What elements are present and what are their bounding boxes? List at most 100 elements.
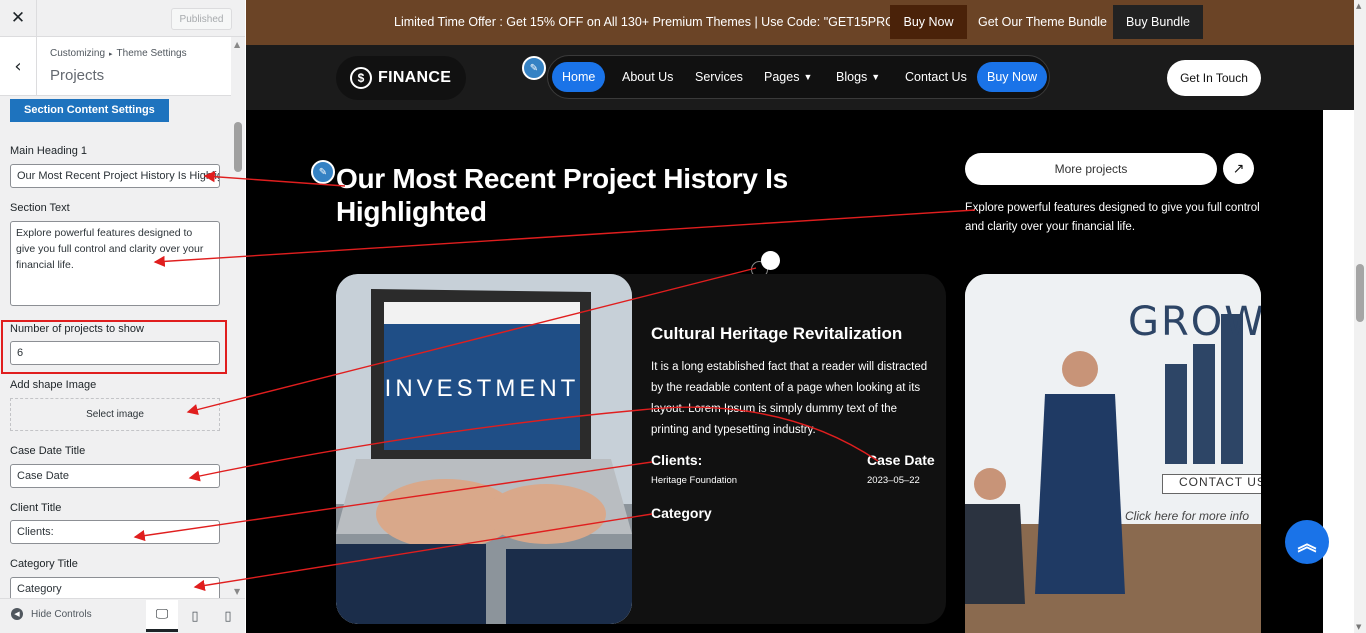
project-title[interactable]: Cultural Heritage Revitalization [651,324,902,344]
nav-home[interactable]: Home [552,62,606,92]
nav-blogs-label: Blogs [836,70,868,84]
nav-about-label: About Us [622,70,674,84]
get-in-touch-button[interactable]: Get In Touch [1167,60,1261,96]
breadcrumb: Customizing ▸ Theme Settings [50,48,187,59]
client-title-label: Client Title [10,502,62,514]
more-projects-button[interactable]: More projects [965,153,1217,185]
promo-bundle-text: Get Our Theme Bundle [978,15,1108,29]
nav-home-label: Home [562,70,596,84]
edit-heading-pencil-icon[interactable]: ✎ [311,160,335,184]
projects-section-text: Explore powerful features designed to gi… [965,202,1260,233]
dollar-logo-icon: $ [350,67,372,89]
section-text-textarea[interactable]: Explore powerful features designed to gi… [10,221,220,306]
close-customizer-button[interactable]: ✕ [0,0,37,36]
projects-section: ✎ Our Most Recent Project History Is Hig… [246,110,1323,633]
case-date-title: Case Date [867,452,935,468]
case-date-title-label: Case Date Title [10,445,86,457]
nav-contact-label: Contact Us [905,70,967,84]
page-scroll-up-icon[interactable]: ▲ [1356,2,1361,10]
published-button[interactable]: Published [171,8,232,30]
hide-controls-button[interactable]: ◀ Hide Controls [11,608,92,620]
customizer-topbar: ✕ Published [0,0,245,37]
preview-gutter [1323,110,1354,633]
section-content-settings-tab[interactable]: Section Content Settings [10,99,169,122]
main-heading-input[interactable]: Our Most Recent Project History Is Highl… [10,164,220,188]
project-card[interactable]: INVESTMENT Cultural Heritage Revitalizat… [336,274,946,624]
project-card-body: Cultural Heritage Revitalization It is a… [651,274,941,624]
back-button[interactable]: ‹ [0,37,37,96]
customizer-panel: ✕ Published ‹ Customizing ▸ Theme Settings… [0,0,245,633]
project-card-image: INVESTMENT [336,274,632,624]
desktop-preview-button[interactable]: 🖵 [146,600,178,632]
page-scrollbar[interactable]: ▲ ▼ [1354,0,1366,633]
promo-buy-now-button[interactable]: Buy Now [890,5,967,39]
breadcrumb-parent: Theme Settings [116,48,187,59]
nav-services-label: Services [695,70,743,84]
select-image-button[interactable]: Select image [10,398,220,431]
mobile-icon: ▯ [224,608,232,624]
case-date-value: 2023–05–22 [867,475,920,486]
category-title-input[interactable]: Category [10,577,220,598]
category-title: Category [651,505,712,521]
chevron-left-icon: ‹ [14,56,22,77]
tablet-icon: ▯ [191,608,199,624]
projects-count-input[interactable]: 6 [10,341,220,365]
section-header: ‹ Customizing ▸ Theme Settings Projects [0,37,231,96]
double-chevron-up-icon: ︽ [1297,532,1317,555]
chevron-down-icon: ▼ [871,72,881,82]
hide-controls-label: Hide Controls [31,608,92,620]
nav-buy-now[interactable]: Buy Now [977,62,1048,92]
promo-text: Limited Time Offer : Get 15% OFF on All … [394,15,900,29]
laptop-illustration: INVESTMENT [336,274,632,624]
project-description: It is a long established fact that a rea… [651,361,928,436]
clients-value: Heritage Foundation [651,475,738,486]
client-title-input[interactable]: Clients: [10,520,220,544]
scroll-thumb[interactable] [234,122,242,172]
desktop-icon: 🖵 [155,607,169,622]
shape-image-label: Add shape Image [10,379,97,391]
section-text-label: Section Text [10,202,70,214]
page-scroll-down-icon[interactable]: ▼ [1356,623,1361,631]
mobile-preview-button[interactable]: ▯ [212,600,244,632]
nav-pages[interactable]: Pages ▼ [754,62,822,92]
nav-blogs[interactable]: Blogs ▼ [826,62,890,92]
site-header: $ FINANCE ✎ Home About Us Services Pages… [246,45,1354,110]
nav-pages-label: Pages [764,70,800,84]
main-heading-label: Main Heading 1 [10,145,88,157]
case-date-title-input[interactable]: Case Date [10,464,220,488]
shape-dot [761,251,780,270]
customizer-controls: Section Content Settings Main Heading 1 … [0,96,231,598]
breadcrumb-separator-icon: ▸ [109,51,113,58]
projects-count-label: Number of projects to show [10,323,144,335]
site-logo[interactable]: $ FINANCE [336,56,466,100]
promo-bar: Limited Time Offer : Get 15% OFF on All … [246,0,1354,45]
grow-text: GROW [1128,299,1261,345]
buy-bundle-button[interactable]: Buy Bundle [1113,5,1203,39]
category-title-label: Category Title [10,558,78,570]
logo-text: FINANCE [378,69,452,86]
tablet-preview-button[interactable]: ▯ [179,600,211,632]
close-icon: ✕ [10,8,26,28]
clients-title: Clients: [651,452,703,468]
scroll-to-top-button[interactable]: ︽ [1285,520,1329,564]
nav-services[interactable]: Services [685,62,753,92]
chevron-down-icon: ▼ [803,72,813,82]
scroll-up-icon[interactable]: ▲ [234,40,240,49]
controls-scrollbar[interactable]: ▲ ▼ [231,37,245,598]
nav-about[interactable]: About Us [612,62,683,92]
site-preview: Limited Time Offer : Get 15% OFF on All … [246,0,1354,633]
collapse-icon: ◀ [11,608,23,620]
arrow-up-right-icon[interactable]: ↗ [1223,153,1254,184]
projects-heading: Our Most Recent Project History Is Highl… [336,163,788,227]
edit-menu-pencil-icon[interactable]: ✎ [522,56,546,80]
project-card-2[interactable]: GROW CONTACT US Click here for more info [965,274,1261,633]
breadcrumb-root: Customizing [50,48,106,59]
page-scroll-thumb[interactable] [1356,264,1364,322]
main-nav: Home About Us Services Pages ▼ Blogs ▼ Con… [547,55,1050,99]
section-title: Projects [50,67,105,84]
contact-us-sign: CONTACT US [1162,474,1261,494]
investment-text: INVESTMENT [385,375,580,402]
customizer-footer: ◀ Hide Controls 🖵 ▯ ▯ [0,598,245,633]
scroll-down-icon[interactable]: ▼ [234,587,240,596]
nav-contact[interactable]: Contact Us [895,62,977,92]
